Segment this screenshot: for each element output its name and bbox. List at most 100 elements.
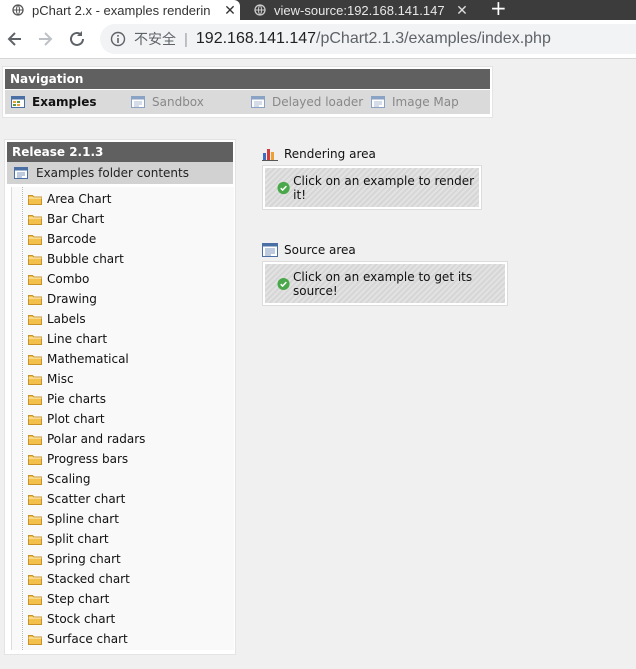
folder-icon: [28, 634, 42, 645]
security-label: 不安全: [134, 31, 176, 47]
folder-icon: [28, 554, 42, 565]
folder-item-bar-chart[interactable]: Bar Chart: [12, 209, 104, 229]
folder-item-bubble-chart[interactable]: Bubble chart: [12, 249, 124, 269]
folder-item-misc[interactable]: Misc: [12, 369, 74, 389]
folder-item-stock-chart[interactable]: Stock chart: [12, 609, 115, 629]
release-panel: Release 2.1.3 Examples folder contents A…: [4, 139, 236, 655]
nav-item-label: Image Map: [392, 95, 459, 109]
globe-icon: [12, 4, 24, 16]
back-arrow-icon[interactable]: [4, 28, 26, 50]
navigation-panel: Navigation Examples Sandbox Delayed load…: [2, 66, 493, 118]
nav-item-examples[interactable]: Examples: [11, 90, 97, 114]
globe-icon: [254, 4, 266, 16]
folder-icon: [28, 294, 42, 305]
folder-item-scatter-chart[interactable]: Scatter chart: [12, 489, 125, 509]
folder-label: Combo: [47, 272, 90, 286]
folder-item-area-chart[interactable]: Area Chart: [12, 189, 111, 209]
folder-icon: [28, 614, 42, 625]
tab-title: pChart 2.x - examples renderin: [32, 2, 211, 18]
folder-label: Plot chart: [47, 412, 105, 426]
info-icon[interactable]: [110, 31, 126, 47]
source-area-label: Source area: [284, 243, 356, 257]
folder-icon: [28, 414, 42, 425]
nav-item-delayed-loader[interactable]: Delayed loader: [251, 90, 363, 114]
folder-label: Spring chart: [47, 552, 121, 566]
folder-item-spring-chart[interactable]: Spring chart: [12, 549, 121, 569]
folder-item-spline-chart[interactable]: Spline chart: [12, 509, 119, 529]
close-tab-icon[interactable]: ✕: [452, 2, 472, 19]
window-icon: [131, 96, 145, 108]
release-title: Release 2.1.3: [7, 142, 233, 162]
folder-label: Drawing: [47, 292, 97, 306]
folder-item-combo[interactable]: Combo: [12, 269, 89, 289]
folder-label: Split chart: [47, 532, 109, 546]
tab-view-source[interactable]: view-source:192.168.141.147 ✕: [242, 0, 472, 20]
folder-icon: [28, 454, 42, 465]
check-icon: [277, 277, 290, 290]
folder-label: Misc: [47, 372, 74, 386]
bar-chart-icon: [262, 149, 278, 161]
folder-icon: [28, 254, 42, 265]
nav-item-image-map[interactable]: Image Map: [371, 90, 459, 114]
folder-item-step-chart[interactable]: Step chart: [12, 589, 109, 609]
rendering-area-label: Rendering area: [284, 147, 376, 161]
folder-item-pie-charts[interactable]: Pie charts: [12, 389, 106, 409]
tab-strip: pChart 2.x - examples renderin ✕ view-so…: [0, 0, 636, 20]
url-path: /pChart2.1.3/examples/index.php: [316, 30, 551, 47]
tab-pchart-examples[interactable]: pChart 2.x - examples renderin ✕: [0, 0, 240, 20]
address-bar[interactable]: 不安全 | 192.168.141.147/pChart2.1.3/exampl…: [100, 24, 636, 54]
new-tab-button[interactable]: +: [490, 0, 507, 18]
address-separator: |: [184, 30, 188, 48]
folder-item-split-chart[interactable]: Split chart: [12, 529, 109, 549]
nav-item-label: Delayed loader: [272, 95, 364, 109]
folder-label: Stacked chart: [47, 572, 130, 586]
tab-title: view-source:192.168.141.147: [274, 2, 445, 18]
folder-label: Step chart: [47, 592, 110, 606]
folder-icon: [28, 214, 42, 225]
folder-icon: [28, 314, 42, 325]
source-area: Click on an example to get its source!: [262, 261, 508, 306]
folder-label: Barcode: [47, 232, 97, 246]
source-area-title: Source area: [262, 241, 356, 259]
nav-item-sandbox[interactable]: Sandbox: [131, 90, 204, 114]
folder-icon: [28, 574, 42, 585]
folder-item-surface-chart[interactable]: Surface chart: [12, 629, 128, 649]
folder-item-progress-bars[interactable]: Progress bars: [12, 449, 128, 469]
folder-item-plot-chart[interactable]: Plot chart: [12, 409, 105, 429]
folder-icon: [28, 194, 42, 205]
folder-label: Pie charts: [47, 392, 106, 406]
folder-item-labels[interactable]: Labels: [12, 309, 86, 329]
forward-arrow-icon[interactable]: [34, 28, 56, 50]
check-icon: [277, 181, 290, 194]
folder-label: Mathematical: [47, 352, 129, 366]
folder-icon: [28, 434, 42, 445]
reload-icon[interactable]: [66, 28, 88, 50]
grid-window-icon: [11, 96, 25, 108]
folder-item-line-chart[interactable]: Line chart: [12, 329, 107, 349]
close-tab-icon[interactable]: ✕: [220, 2, 240, 19]
folder-item-barcode[interactable]: Barcode: [12, 229, 96, 249]
folder-label: Scatter chart: [47, 492, 126, 506]
rendering-area-title: Rendering area: [262, 145, 376, 163]
browser-toolbar: 不安全 | 192.168.141.147/pChart2.1.3/exampl…: [0, 20, 636, 59]
tree-root[interactable]: Examples folder contents: [7, 162, 233, 184]
folder-icon: [28, 234, 42, 245]
navigation-title: Navigation: [5, 69, 490, 89]
window-icon: [14, 167, 28, 179]
folder-icon: [28, 594, 42, 605]
url-text: 192.168.141.147/pChart2.1.3/examples/ind…: [196, 30, 551, 48]
folder-icon: [28, 494, 42, 505]
folder-label: Spline chart: [47, 512, 119, 526]
rendering-message: Click on an example to render it!: [293, 173, 475, 202]
folder-item-stacked-chart[interactable]: Stacked chart: [12, 569, 130, 589]
folder-icon: [28, 274, 42, 285]
folder-item-mathematical[interactable]: Mathematical: [12, 349, 129, 369]
rendering-area: Click on an example to render it!: [262, 165, 482, 210]
folder-item-polar-and-radars[interactable]: Polar and radars: [12, 429, 145, 449]
folder-item-drawing[interactable]: Drawing: [12, 289, 97, 309]
folder-item-scaling[interactable]: Scaling: [12, 469, 90, 489]
folder-label: Scaling: [47, 472, 91, 486]
url-host: 192.168.141.147: [195, 30, 317, 47]
folder-icon: [28, 394, 42, 405]
folder-icon: [28, 534, 42, 545]
